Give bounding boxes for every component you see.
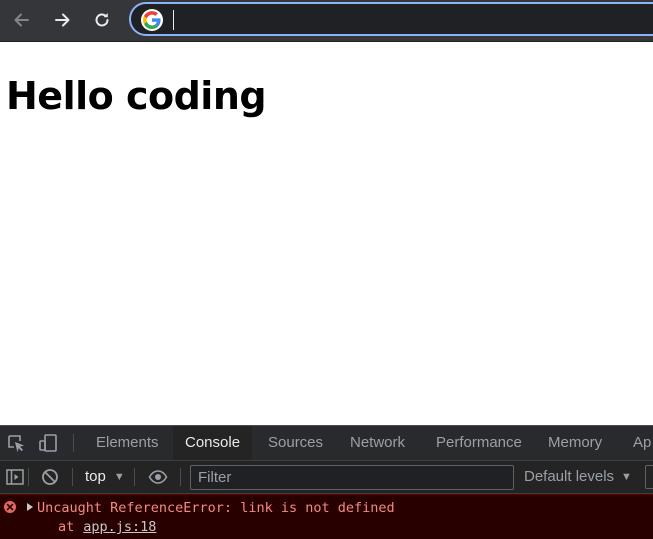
tab-application[interactable]: Ap xyxy=(621,426,653,460)
tab-elements[interactable]: Elements xyxy=(84,426,171,460)
console-settings-button[interactable] xyxy=(645,465,653,489)
dropdown-triangle-icon: ▼ xyxy=(621,471,632,483)
console-sidebar-toggle-icon[interactable] xyxy=(5,467,25,487)
tab-console[interactable]: Console xyxy=(173,426,253,460)
toolbar-divider xyxy=(72,468,73,486)
text-caret xyxy=(173,10,174,30)
dropdown-triangle-icon: ▼ xyxy=(113,471,125,483)
expand-triangle-icon[interactable] xyxy=(27,503,33,511)
toolbar-divider xyxy=(134,468,135,486)
tab-performance[interactable]: Performance xyxy=(424,426,534,460)
error-stack-line: at app.js:18 xyxy=(58,519,156,535)
arrow-left-icon xyxy=(14,13,29,27)
toolbar-divider xyxy=(180,468,181,486)
forward-button[interactable] xyxy=(48,7,76,33)
source-link[interactable]: app.js:18 xyxy=(83,519,156,535)
browser-toolbar xyxy=(0,0,653,42)
back-button[interactable] xyxy=(8,7,36,33)
address-bar[interactable] xyxy=(129,2,653,36)
error-icon xyxy=(4,501,16,513)
live-expression-eye-icon[interactable] xyxy=(148,467,168,487)
log-levels-dropdown[interactable]: Default levels ▼ xyxy=(524,466,632,488)
devtools-panel: Elements Console Sources Network Perform… xyxy=(0,425,653,539)
devtools-tabbar: Elements Console Sources Network Perform… xyxy=(0,426,653,461)
tab-network[interactable]: Network xyxy=(338,426,417,460)
context-selector-label: top xyxy=(85,468,106,485)
console-messages: Uncaught ReferenceError: link is not def… xyxy=(0,494,653,539)
reload-button[interactable] xyxy=(88,7,116,33)
console-toolbar: top ▼ Default levels ▼ xyxy=(0,461,653,494)
stack-prefix: at xyxy=(58,519,75,535)
reload-icon xyxy=(95,13,109,27)
tab-memory[interactable]: Memory xyxy=(536,426,614,460)
console-filter-input[interactable] xyxy=(190,465,514,490)
toolbar-divider xyxy=(73,434,74,452)
tab-sources[interactable]: Sources xyxy=(256,426,335,460)
page-heading: Hello coding xyxy=(6,74,267,118)
error-message[interactable]: Uncaught ReferenceError: link is not def… xyxy=(37,500,395,516)
inspect-element-icon[interactable] xyxy=(6,433,26,453)
log-levels-label: Default levels xyxy=(524,468,615,485)
arrow-right-icon xyxy=(55,13,70,27)
device-toolbar-icon[interactable] xyxy=(38,433,58,453)
google-logo-icon xyxy=(141,9,163,31)
context-selector[interactable]: top ▼ xyxy=(85,466,125,488)
clear-console-icon[interactable] xyxy=(40,467,60,487)
toolbar-divider xyxy=(28,468,29,486)
